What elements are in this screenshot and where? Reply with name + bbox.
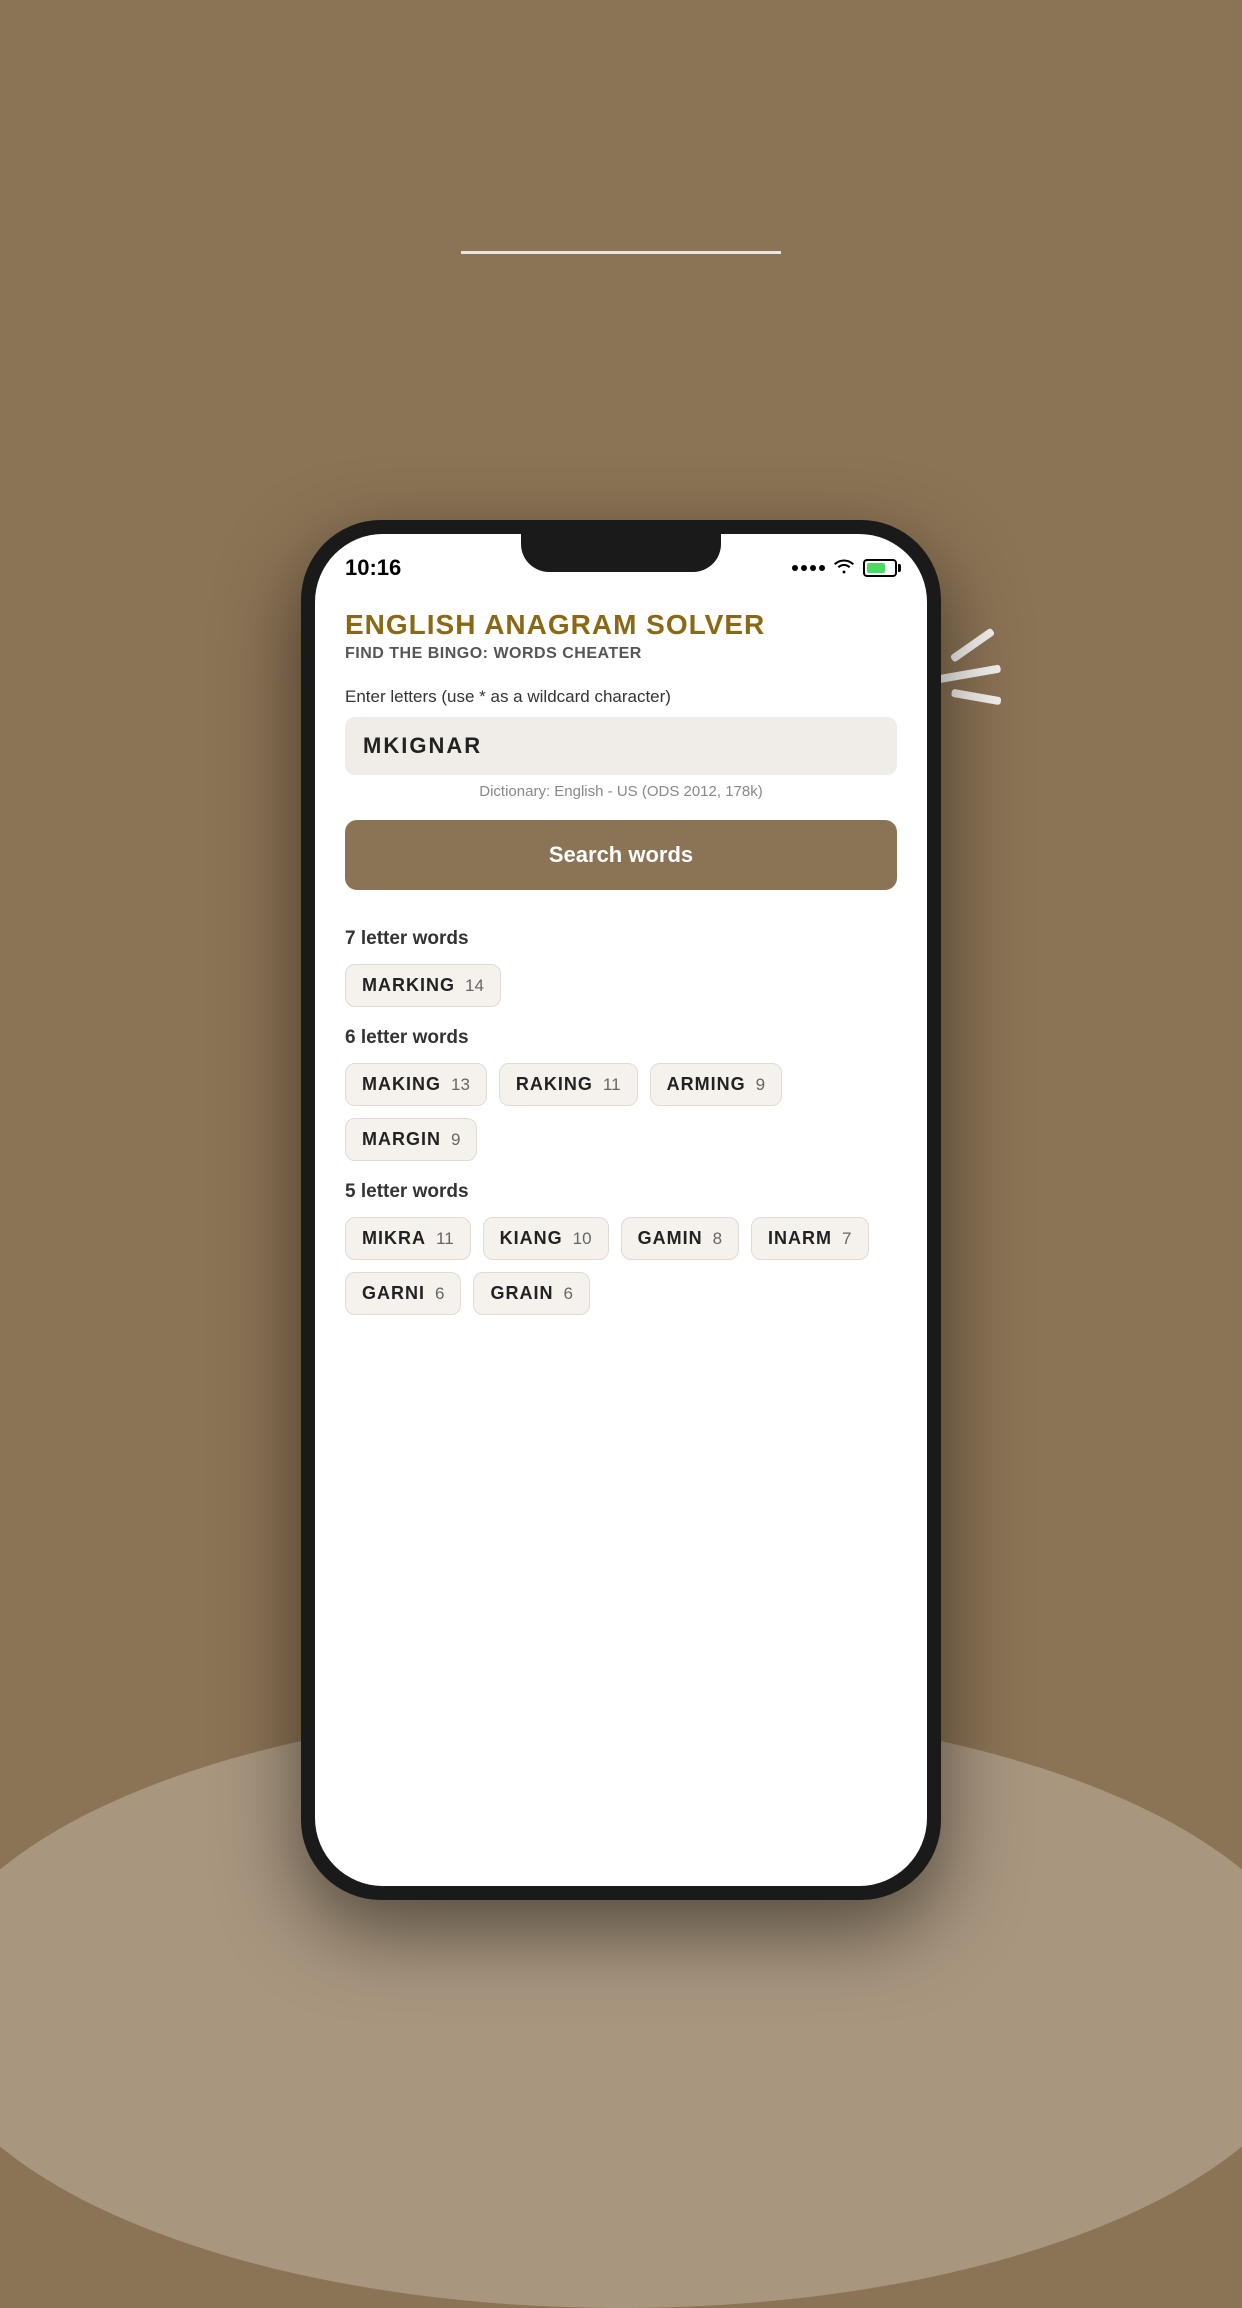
word-chip-score-2-0: 11	[436, 1229, 454, 1249]
word-chip-1-0[interactable]: MAKING 13	[345, 1063, 487, 1106]
dictionary-info: Dictionary: English - US (ODS 2012, 178k…	[345, 783, 897, 800]
results-container: 7 letter words MARKING 14 6 letter words MAK…	[345, 928, 897, 1315]
word-chip-text-1-3: MARGIN	[362, 1129, 441, 1150]
word-chip-2-0[interactable]: MIKRA 11	[345, 1217, 471, 1260]
status-icons	[792, 556, 897, 579]
app-content: ENGLISH ANAGRAM SOLVER FIND THE BINGO: W…	[315, 589, 927, 1886]
section-2: 5 letter words MIKRA 11 KIANG 10 GAMIN 8 INARM 7…	[345, 1181, 897, 1315]
section-1: 6 letter wordsMAKING13RAKING11ARMING9MAR…	[345, 1027, 897, 1161]
wifi-icon	[833, 556, 855, 579]
word-chip-score-1-2: 9	[756, 1075, 765, 1095]
word-chip-2-5[interactable]: GRAIN 6	[473, 1272, 589, 1315]
word-chip-score-1-1: 11	[603, 1075, 621, 1095]
word-chip-0-0[interactable]: MARKING 14	[345, 964, 501, 1007]
word-chip-2-4[interactable]: GARNI 6	[345, 1272, 461, 1315]
word-chip-1-1[interactable]: RAKING 11	[499, 1063, 638, 1106]
sparkle-line-2	[936, 664, 1001, 683]
word-chips-1: MAKING 13 RAKING 11 ARMING 9 MARGIN 9	[345, 1063, 897, 1161]
word-chip-score-1-3: 9	[451, 1130, 460, 1150]
word-chip-2-3[interactable]: INARM 7	[751, 1217, 868, 1260]
signal-dot-2	[801, 565, 807, 571]
app-subtitle-line: FIND THE BINGO: WORDS CHEATER	[345, 645, 897, 663]
word-chip-text-2-0: MIKRA	[362, 1228, 426, 1249]
phone-frame: 10:16	[301, 520, 941, 1900]
word-chip-text-1-1: RAKING	[516, 1074, 593, 1095]
word-chip-text-0-0: MARKING	[362, 975, 455, 996]
word-chip-1-2[interactable]: ARMING 9	[650, 1063, 782, 1106]
input-label: Enter letters (use * as a wildcard chara…	[345, 687, 897, 707]
battery-fill	[867, 563, 885, 573]
word-chip-score-2-5: 6	[563, 1284, 572, 1304]
word-chips-2: MIKRA 11 KIANG 10 GAMIN 8 INARM 7 GARNI 6 GRAIN 6	[345, 1217, 897, 1315]
word-chip-text-1-2: ARMING	[667, 1074, 746, 1095]
word-chip-text-2-1: KIANG	[500, 1228, 563, 1249]
word-chips-0: MARKING 14	[345, 964, 897, 1007]
section-header-2: 5 letter words	[345, 1181, 897, 1203]
signal-icon	[792, 565, 825, 571]
word-chip-score-2-4: 6	[435, 1284, 444, 1304]
phone-screen: 10:16	[315, 534, 927, 1886]
section-header-1: 6 letter words	[345, 1027, 897, 1049]
divider	[461, 251, 781, 254]
word-chip-text-2-4: GARNI	[362, 1283, 425, 1304]
phone-container: 10:16	[301, 520, 941, 1900]
letter-input[interactable]	[345, 717, 897, 775]
word-chip-score-2-1: 10	[573, 1229, 592, 1249]
app-title: ENGLISH ANAGRAM SOLVER	[345, 609, 897, 641]
battery-icon	[863, 559, 897, 577]
word-chip-score-0-0: 14	[465, 976, 484, 996]
section-header-0: 7 letter words	[345, 928, 897, 950]
signal-dot-1	[792, 565, 798, 571]
word-chip-1-3[interactable]: MARGIN 9	[345, 1118, 477, 1161]
signal-dot-4	[819, 565, 825, 571]
section-0: 7 letter words MARKING 14	[345, 928, 897, 1007]
word-chip-text-2-3: INARM	[768, 1228, 832, 1249]
status-time: 10:16	[345, 555, 401, 581]
word-chip-score-2-2: 8	[713, 1229, 722, 1249]
word-chip-2-2[interactable]: GAMIN 8	[621, 1217, 739, 1260]
search-words-button[interactable]: Search words	[345, 820, 897, 890]
word-chip-score-1-0: 13	[451, 1075, 470, 1095]
word-chip-text-2-2: GAMIN	[638, 1228, 703, 1249]
word-chip-score-2-3: 7	[842, 1229, 851, 1249]
word-chip-text-1-0: MAKING	[362, 1074, 441, 1095]
phone-notch	[521, 534, 721, 572]
signal-dot-3	[810, 565, 816, 571]
word-chip-text-2-5: GRAIN	[490, 1283, 553, 1304]
word-chip-2-1[interactable]: KIANG 10	[483, 1217, 609, 1260]
